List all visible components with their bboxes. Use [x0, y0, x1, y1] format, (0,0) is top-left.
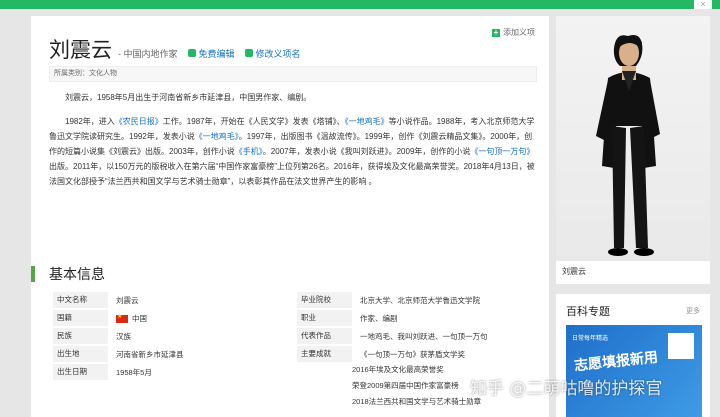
portrait-illustration [596, 35, 660, 256]
achievement-item: 荣登2009第四届中国作家富豪榜 [352, 381, 459, 390]
china-flag-icon [116, 313, 128, 323]
photo-caption: 刘震云 [562, 267, 586, 276]
info-value: 作家、编剧 [360, 313, 398, 323]
link-yidi-jimao-2[interactable]: 《一地鸡毛》 [195, 132, 239, 141]
top-bar: × [0, 0, 720, 9]
link-shouji[interactable]: 《手机》 [235, 147, 263, 156]
intro-paragraph-1: 刘震云，1958年5月出生于河南省新乡市延津县，中国男作家、编剧。 [65, 93, 312, 102]
info-label: 职业 [297, 310, 352, 326]
info-value: 中国 [108, 313, 291, 324]
sidebar: 刘震云 百科专题 更多 日常每年精选 志愿填报新用 [556, 16, 710, 417]
edit-button[interactable]: 免费编辑 [187, 47, 235, 60]
intro-paragraph-2: 1982年，进入《农民日报》工作。1987年，开始在《人民文学》发表《塔铺》、《… [49, 117, 535, 186]
table-row: 民族 汉族 代表作品 一地鸡毛、我叫刘跃进、一句顶一万句 [53, 327, 539, 345]
basic-info-heading: 基本信息 [31, 265, 105, 283]
achievement-item: 2018法兰西共和国文学与艺术骑士勋章 [352, 397, 482, 406]
main-content: 刘震云 - 中国内地作家 免费编辑 修改义项名 + 添加义项 所属类别：文化人物… [31, 16, 549, 417]
info-label: 出生日期 [53, 364, 108, 380]
info-label: 毕业院校 [297, 292, 352, 308]
table-row: 国籍 中国 职业 作家、编剧 [53, 309, 539, 327]
add-tag-button[interactable]: + 添加义项 [492, 27, 535, 38]
page-title: 刘震云 [49, 38, 112, 62]
achievement-item: 2016年埃及文化最高荣誉奖 [352, 365, 444, 374]
info-value: 刘震云 [116, 295, 139, 305]
watermark: 知乎 @二萌咕噜的护探官 [470, 379, 663, 399]
info-value: 河南省新乡市延津县 [116, 349, 184, 359]
more-link[interactable]: 更多 [686, 306, 700, 316]
info-value: 汉族 [116, 331, 131, 341]
info-value: 《一句顶一万句》获茅盾文学奖 [360, 349, 465, 359]
info-label: 出生地 [53, 346, 108, 362]
info-label: 中文名称 [53, 292, 108, 308]
sidebar-section-title: 百科专题 [566, 306, 610, 318]
qr-code-icon [668, 333, 694, 359]
refresh-icon [244, 49, 253, 57]
section-accent-bar [31, 266, 35, 282]
info-value: 一地鸡毛、我叫刘跃进、一句顶一万句 [360, 331, 488, 341]
info-label: 民族 [53, 328, 108, 344]
link-yidi-jimao-1[interactable]: 《一地鸡毛》 [345, 117, 389, 126]
entry-subtitle: - 中国内地作家 [118, 49, 178, 59]
table-row: 出生地 河南省新乡市延津县 主要成就 《一句顶一万句》获茅盾文学奖 [53, 345, 539, 363]
table-row: 中文名称 刘震云 毕业院校 北京大学、北京师范大学鲁迅文学院 [53, 291, 539, 309]
info-value: 1958年5月 [116, 367, 152, 377]
info-label: 主要成就 [297, 346, 352, 362]
info-value: 北京大学、北京师范大学鲁迅文学院 [360, 295, 480, 305]
divider [556, 284, 710, 294]
link-nongmin-ribao[interactable]: 《农民日报》 [115, 117, 163, 126]
modify-name-button[interactable]: 修改义项名 [244, 47, 301, 60]
plus-icon: + [492, 27, 500, 37]
promo-banner[interactable]: 日常每年精选 志愿填报新用 [566, 325, 702, 417]
info-table: 中文名称 刘震云 毕业院校 北京大学、北京师范大学鲁迅文学院 国籍 中国 职业 … [53, 291, 539, 381]
promo-subtitle: 日常每年精选 [572, 336, 609, 342]
section-title: 基本信息 [49, 267, 105, 283]
info-label: 代表作品 [297, 328, 352, 344]
link-yiju-ding[interactable]: 《一句顶一万句》 [470, 147, 534, 156]
promo-title: 志愿填报新用 [573, 348, 659, 374]
portrait-photo[interactable] [556, 16, 710, 261]
entry-title-row: 刘震云 - 中国内地作家 免费编辑 修改义项名 [49, 34, 301, 64]
table-row: 出生日期 1958年5月 [53, 363, 539, 381]
pencil-icon [187, 49, 196, 57]
category-bar: 所属类别：文化人物 [49, 66, 537, 82]
close-icon[interactable]: × [694, 0, 712, 9]
info-label: 国籍 [53, 310, 108, 326]
